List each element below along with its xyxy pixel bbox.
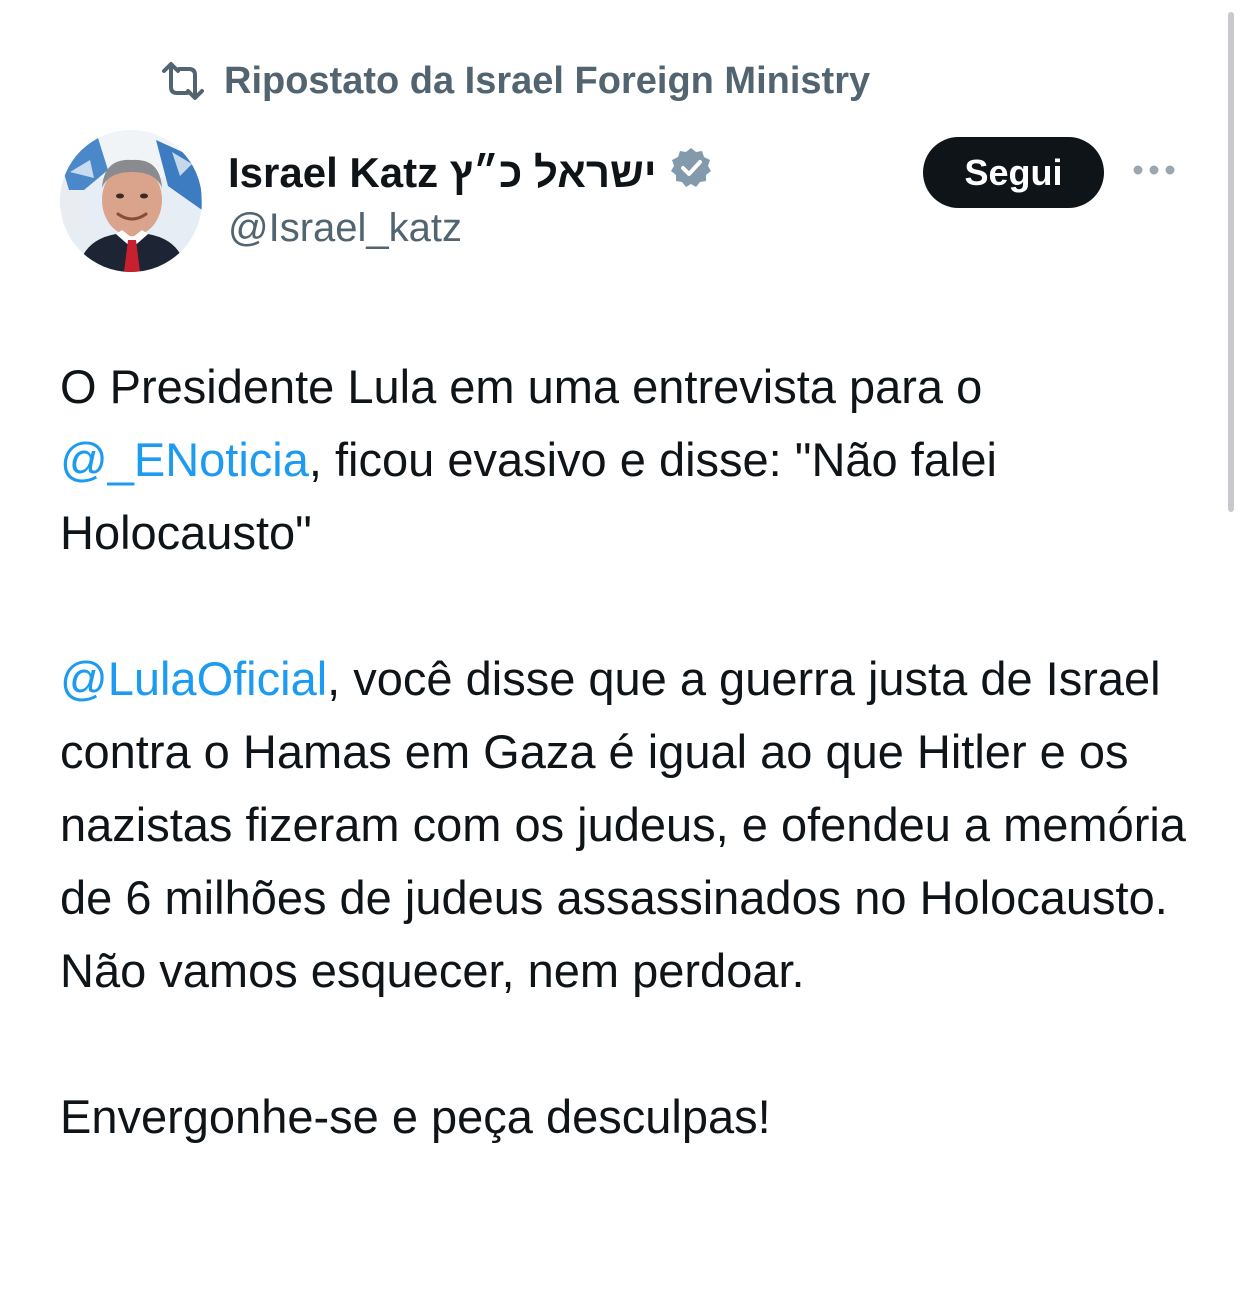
author-name-row: Israel Katz ישראל כ״ץ: [228, 146, 713, 200]
tweet-paragraph-2: @LulaOficial, você disse que a guerra ju…: [60, 642, 1210, 1007]
more-options-icon: [1132, 163, 1176, 181]
more-options-button[interactable]: [1128, 152, 1180, 192]
repost-text: Ripostato da Israel Foreign Ministry: [224, 59, 871, 102]
author-name[interactable]: Israel Katz ישראל כ״ץ: [228, 149, 657, 197]
tweet-text-segment: O Presidente Lula em uma entrevista para…: [60, 360, 983, 413]
tweet-text: O Presidente Lula em uma entrevista para…: [60, 350, 1210, 1226]
verified-badge-icon: [669, 146, 713, 200]
author-handle[interactable]: @Israel_katz: [228, 206, 462, 251]
tweet-paragraph-1: O Presidente Lula em uma entrevista para…: [60, 350, 1210, 569]
repost-icon: [160, 61, 206, 101]
tweet-paragraph-3: Envergonhe-se e peça desculpas!: [60, 1080, 1210, 1153]
repost-indicator[interactable]: Ripostato da Israel Foreign Ministry: [160, 56, 870, 106]
avatar[interactable]: [60, 130, 202, 272]
tweet-text-segment: Envergonhe-se e peça desculpas!: [60, 1090, 771, 1143]
scrollbar[interactable]: [1228, 12, 1234, 512]
follow-button[interactable]: Segui: [923, 137, 1104, 208]
mention-enoticia-link[interactable]: @_ENoticia: [60, 433, 309, 486]
mention-lulaoficial-link[interactable]: @LulaOficial: [60, 652, 327, 705]
